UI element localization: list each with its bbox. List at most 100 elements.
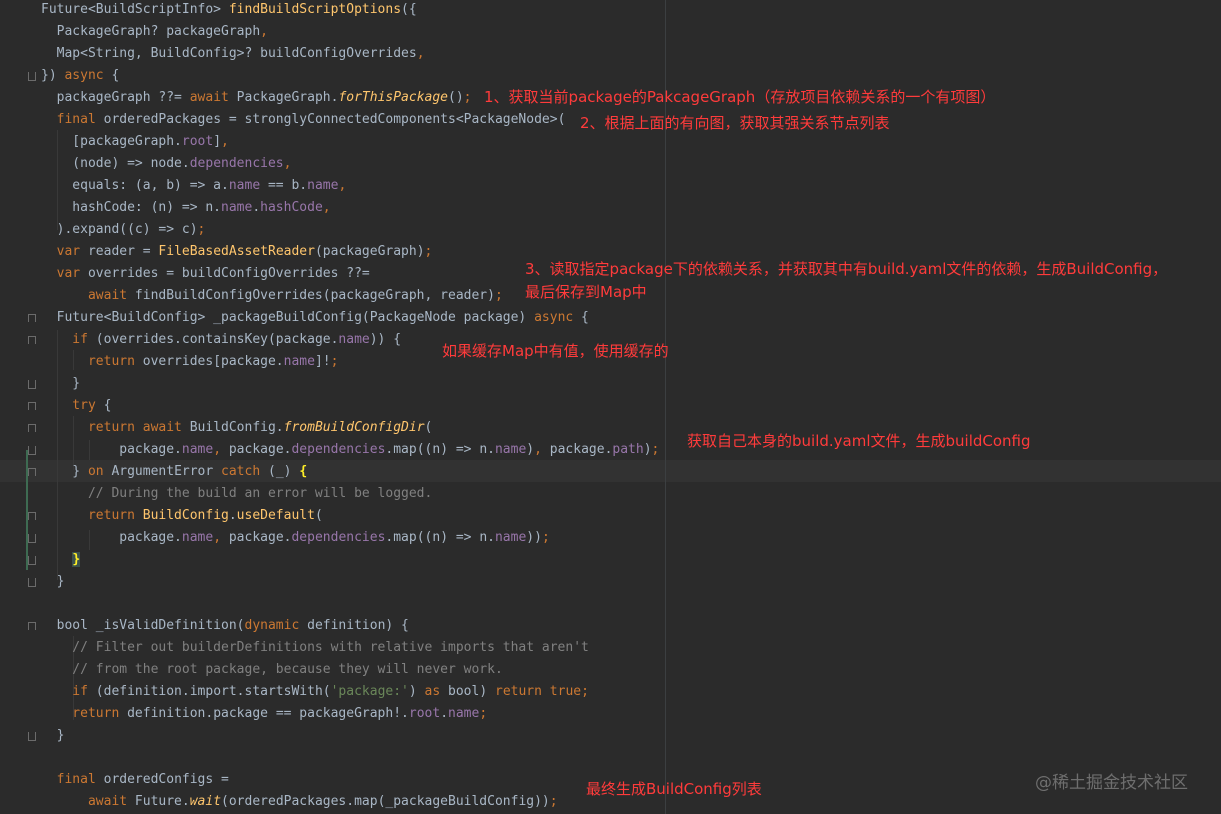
code-line[interactable]: var reader = FileBasedAssetReader(packag… bbox=[41, 241, 433, 263]
code-token: name bbox=[181, 530, 214, 545]
code-line[interactable]: final orderedPackages = stronglyConnecte… bbox=[41, 109, 566, 131]
fold-toggle-icon[interactable] bbox=[28, 578, 36, 587]
code-token: var bbox=[41, 266, 81, 281]
annotation-6: 最终生成BuildConfig列表 bbox=[586, 780, 762, 798]
code-line[interactable]: return await BuildConfig.fromBuildConfig… bbox=[41, 417, 432, 439]
code-line[interactable]: [packageGraph.root], bbox=[41, 131, 229, 153]
code-token: // Filter out builderDefinitions with re… bbox=[41, 640, 589, 655]
fold-toggle-icon[interactable] bbox=[28, 424, 36, 432]
code-token: if bbox=[41, 684, 88, 699]
code-line[interactable]: Future<BuildConfig> _packageBuildConfig(… bbox=[41, 307, 589, 329]
code-line[interactable]: // During the build an error will be log… bbox=[41, 483, 432, 505]
fold-toggle-icon[interactable] bbox=[28, 512, 36, 520]
code-line[interactable]: if (definition.import.startsWith('packag… bbox=[41, 681, 589, 703]
code-line[interactable]: var overrides = buildConfigOverrides ??= bbox=[41, 263, 370, 285]
code-token: )) bbox=[526, 530, 542, 545]
code-token: ( bbox=[314, 508, 323, 523]
code-line[interactable]: package.name, package.dependencies.map((… bbox=[41, 439, 659, 461]
code-line[interactable]: Future<BuildScriptInfo> findBuildScriptO… bbox=[41, 0, 417, 21]
code-token: return true bbox=[495, 684, 582, 699]
code-token: // During the build an error will be log… bbox=[41, 486, 433, 501]
fold-toggle-icon[interactable] bbox=[28, 622, 36, 630]
code-token: PackageGraph? packageGraph bbox=[41, 24, 261, 39]
code-token: overrides = buildConfigOverrides ??= bbox=[80, 266, 370, 281]
code-token: // from the root package, because they w… bbox=[41, 662, 503, 677]
code-token: . bbox=[228, 508, 237, 523]
fold-toggle-icon[interactable] bbox=[28, 72, 36, 81]
code-line[interactable]: } bbox=[41, 725, 65, 747]
code-token: ]! bbox=[314, 354, 331, 369]
code-token: orderedConfigs = bbox=[95, 772, 229, 787]
code-line[interactable]: // Filter out builderDefinitions with re… bbox=[41, 637, 589, 659]
code-line[interactable]: await Future.wait(orderedPackages.map(_p… bbox=[41, 791, 558, 813]
code-token: findBuildScriptOptions bbox=[228, 2, 402, 17]
fold-toggle-icon[interactable] bbox=[28, 402, 36, 410]
code-token: () bbox=[448, 90, 464, 105]
code-token: ; bbox=[197, 222, 206, 237]
code-line[interactable]: // from the root package, because they w… bbox=[41, 659, 503, 681]
fold-toggle-icon[interactable] bbox=[28, 446, 36, 455]
code-token: dependencies bbox=[291, 530, 386, 545]
code-token: Map<String, BuildConfig>? buildConfigOve… bbox=[41, 46, 417, 61]
code-line[interactable]: final orderedConfigs = bbox=[41, 769, 229, 791]
code-line[interactable]: equals: (a, b) => a.name == b.name, bbox=[41, 175, 346, 197]
code-line[interactable]: ).expand((c) => c); bbox=[41, 219, 206, 241]
code-line[interactable]: (node) => node.dependencies, bbox=[41, 153, 291, 175]
code-token: ArgumentError bbox=[103, 464, 222, 479]
code-token: forThisPackage bbox=[338, 90, 449, 105]
code-token: FileBasedAssetReader bbox=[158, 244, 315, 259]
code-line[interactable]: Map<String, BuildConfig>? buildConfigOve… bbox=[41, 43, 425, 65]
fold-toggle-icon[interactable] bbox=[28, 556, 36, 565]
code-line[interactable]: bool _isValidDefinition(dynamic definiti… bbox=[41, 615, 409, 637]
code-token: name bbox=[307, 178, 339, 193]
code-token: await bbox=[41, 794, 128, 809]
code-token: useDefault bbox=[236, 508, 315, 523]
fold-toggle-icon[interactable] bbox=[28, 732, 36, 741]
code-line[interactable]: PackageGraph? packageGraph, bbox=[41, 21, 268, 43]
code-token: } bbox=[41, 464, 88, 479]
code-token: ) bbox=[643, 442, 652, 457]
code-token: name bbox=[338, 332, 370, 347]
code-token: return bbox=[41, 508, 135, 523]
code-line[interactable]: } bbox=[41, 571, 65, 593]
code-token: (_) bbox=[260, 464, 300, 479]
code-line[interactable]: try { bbox=[41, 395, 111, 417]
code-token: ) bbox=[526, 442, 535, 457]
code-token: Future<BuildScriptInfo> bbox=[41, 2, 229, 17]
code-line[interactable]: await findBuildConfigOverrides(packageGr… bbox=[41, 285, 503, 307]
code-line[interactable]: hashCode: (n) => n.name.hashCode, bbox=[41, 197, 330, 219]
code-token: } bbox=[72, 552, 81, 567]
code-token: name bbox=[448, 706, 480, 721]
code-token: try bbox=[41, 398, 96, 413]
code-line[interactable]: }) async { bbox=[41, 65, 119, 87]
code-token: 'package:' bbox=[330, 684, 409, 699]
code-token: async bbox=[64, 68, 104, 83]
code-line[interactable]: return overrides[package.name]!; bbox=[41, 351, 338, 373]
annotation-5: 获取自己本身的build.yaml文件，生成buildConfig bbox=[687, 432, 1031, 450]
code-line[interactable]: } bbox=[41, 373, 80, 395]
code-line[interactable]: return definition.package == packageGrap… bbox=[41, 703, 487, 725]
code-line[interactable]: return BuildConfig.useDefault( bbox=[41, 505, 323, 527]
code-line[interactable]: if (overrides.containsKey(package.name))… bbox=[41, 329, 401, 351]
fold-toggle-icon[interactable] bbox=[28, 468, 36, 476]
code-token: } bbox=[41, 728, 65, 743]
fold-toggle-icon[interactable] bbox=[28, 314, 36, 322]
code-token: packageGraph ??= bbox=[41, 90, 190, 105]
code-token: { bbox=[573, 310, 589, 325]
code-token: }) bbox=[41, 68, 65, 83]
code-token: package. bbox=[221, 442, 292, 457]
code-token: root bbox=[181, 134, 214, 149]
code-token: package. bbox=[541, 442, 613, 457]
fold-toggle-icon[interactable] bbox=[28, 380, 36, 389]
code-token: { bbox=[103, 68, 120, 83]
fold-toggle-icon[interactable] bbox=[28, 534, 36, 543]
code-line[interactable]: } on ArgumentError catch (_) { bbox=[41, 461, 307, 483]
fold-toggle-icon[interactable] bbox=[28, 336, 36, 344]
code-line[interactable]: } bbox=[41, 549, 81, 571]
code-editor[interactable]: Future<BuildScriptInfo> findBuildScriptO… bbox=[0, 0, 1221, 814]
code-token: , bbox=[534, 442, 542, 457]
code-token: , bbox=[338, 178, 347, 193]
code-line[interactable]: package.name, package.dependencies.map((… bbox=[41, 527, 550, 549]
code-line[interactable]: packageGraph ??= await PackageGraph.forT… bbox=[41, 87, 472, 109]
